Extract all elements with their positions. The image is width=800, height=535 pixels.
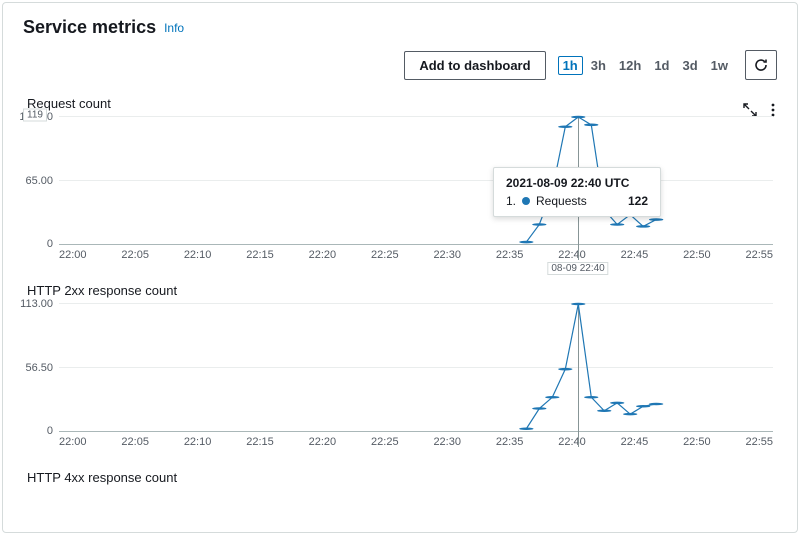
range-3h[interactable]: 3h [586,56,611,75]
range-3d[interactable]: 3d [677,56,702,75]
expand-icon[interactable] [743,103,757,117]
xtick: 22:35 [496,249,524,261]
xtick: 22:40 [558,436,586,448]
panel-header: Service metrics Info [3,3,797,46]
xtick: 22:45 [621,249,649,261]
chart-title: HTTP 4xx response count [27,470,777,485]
tooltip-series-index: 1. [506,194,516,208]
range-1w[interactable]: 1w [706,56,733,75]
xtick: 22:55 [745,249,773,261]
xtick: 22:20 [309,436,337,448]
series-line [59,304,773,431]
chart-tools [743,103,775,117]
panel-toolbar: Add to dashboard 1h 3h 12h 1d 3d 1w [3,46,797,90]
xtick: 22:05 [121,249,149,261]
range-1h[interactable]: 1h [558,56,583,75]
series-color-dot [522,197,530,205]
time-range-group: 1h 3h 12h 1d 3d 1w [558,56,733,75]
ytick: 0 [47,425,59,437]
xtick: 22:05 [121,436,149,448]
y-cursor-marker: 119 [23,108,47,121]
chart-request-count: Request count 0 65.00 130.00 119 08-09 2… [3,96,797,261]
xtick: 22:30 [433,436,461,448]
chart-http-2xx: HTTP 2xx response count 0 56.50 113.00 2… [3,283,797,448]
xtick: 22:55 [745,436,773,448]
more-icon[interactable] [771,103,775,117]
crosshair-label: 08-09 22:40 [547,262,608,275]
chart-plot-area[interactable]: 0 65.00 130.00 119 08-09 22:40 [59,117,773,245]
xtick: 22:15 [246,436,274,448]
xtick: 22:15 [246,249,274,261]
chart-tooltip: 2021-08-09 22:40 UTC 1. Requests 122 [493,167,661,217]
range-1d[interactable]: 1d [649,56,674,75]
chart-http-4xx: HTTP 4xx response count [3,470,797,485]
chart-title: HTTP 2xx response count [27,283,777,298]
xtick: 22:20 [309,249,337,261]
tooltip-series-label: Requests [536,194,587,208]
add-to-dashboard-button[interactable]: Add to dashboard [404,51,545,80]
xtick: 22:50 [683,436,711,448]
service-metrics-panel: Service metrics Info Add to dashboard 1h… [2,2,798,533]
ytick: 56.50 [25,362,59,374]
xtick: 22:10 [184,249,212,261]
info-link[interactable]: Info [164,21,184,35]
tooltip-value: 122 [628,194,648,208]
range-12h[interactable]: 12h [614,56,646,75]
series-line [59,117,773,244]
ytick: 113.00 [20,298,59,310]
xtick: 22:50 [683,249,711,261]
xtick: 22:35 [496,436,524,448]
xtick: 22:10 [184,436,212,448]
refresh-icon [753,57,769,73]
ytick: 0 [47,238,59,250]
xtick: 22:00 [59,249,87,261]
xtick: 22:25 [371,249,399,261]
x-axis: 22:00 22:05 22:10 22:15 22:20 22:25 22:30 22:35… [59,432,773,448]
x-axis: 22:00 22:05 22:10 22:15 22:20 22:25 22:30 22:35… [59,245,773,261]
xtick: 22:45 [621,436,649,448]
xtick: 22:25 [371,436,399,448]
tooltip-timestamp: 2021-08-09 22:40 UTC [506,176,648,190]
ytick: 65.00 [25,175,59,187]
xtick: 22:30 [433,249,461,261]
chart-plot-area[interactable]: 0 56.50 113.00 [59,304,773,432]
xtick: 22:40 [558,249,586,261]
chart-title: Request count [27,96,777,111]
xtick: 22:00 [59,436,87,448]
panel-title: Service metrics [23,17,156,38]
refresh-button[interactable] [745,50,777,80]
